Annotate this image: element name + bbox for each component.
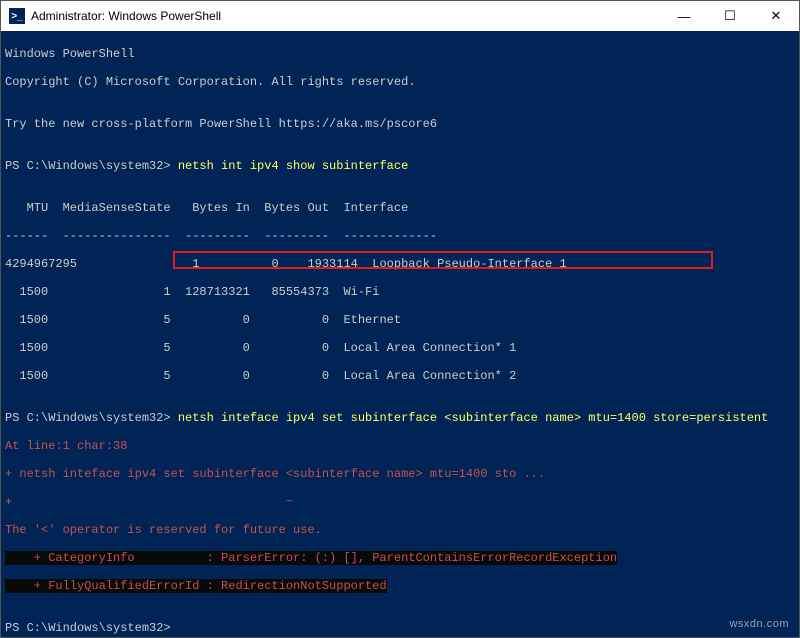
table-row: 1500 5 0 0 Local Area Connection* 2: [5, 369, 799, 383]
error-id: + FullyQualifiedErrorId : RedirectionNot…: [5, 579, 387, 593]
highlight-box: [173, 251, 713, 269]
terminal-line: PS C:\Windows\system32> netsh inteface i…: [5, 411, 799, 425]
window-controls: — ☐ ✕: [661, 1, 799, 31]
terminal-line: Try the new cross-platform PowerShell ht…: [5, 117, 799, 131]
error-line: + CategoryInfo : ParserError: (:) [], Pa…: [5, 551, 799, 565]
window-title: Administrator: Windows PowerShell: [31, 9, 661, 23]
error-line: + FullyQualifiedErrorId : RedirectionNot…: [5, 579, 799, 593]
prompt-text: PS C:\Windows\system32>: [5, 159, 178, 173]
error-line: The '<' operator is reserved for future …: [5, 523, 799, 537]
terminal-area[interactable]: Windows PowerShell Copyright (C) Microso…: [1, 31, 799, 637]
terminal-line: Windows PowerShell: [5, 47, 799, 61]
powershell-icon-glyph: >_: [11, 11, 22, 22]
prompt-text: PS C:\Windows\system32>: [5, 621, 178, 635]
table-header: MTU MediaSenseState Bytes In Bytes Out I…: [5, 201, 799, 215]
error-line: + ~: [5, 495, 799, 509]
prompt-text: PS C:\Windows\system32>: [5, 411, 178, 425]
terminal-line: PS C:\Windows\system32> netsh int ipv4 s…: [5, 159, 799, 173]
minimize-button[interactable]: —: [661, 1, 707, 31]
command-text: netsh inteface ipv4 set subinterface <su…: [178, 411, 769, 425]
close-button[interactable]: ✕: [753, 1, 799, 31]
powershell-window: >_ Administrator: Windows PowerShell — ☐…: [0, 0, 800, 638]
watermark: wsxdn.com: [729, 617, 789, 631]
table-row: 1500 1 128713321 85554373 Wi-Fi: [5, 285, 799, 299]
table-row: 1500 5 0 0 Ethernet: [5, 313, 799, 327]
command-text: netsh int ipv4 show subinterface: [178, 159, 408, 173]
terminal-line: PS C:\Windows\system32>: [5, 621, 799, 635]
maximize-button[interactable]: ☐: [707, 1, 753, 31]
error-line: + netsh inteface ipv4 set subinterface <…: [5, 467, 799, 481]
powershell-icon: >_: [9, 8, 25, 24]
terminal-line: Copyright (C) Microsoft Corporation. All…: [5, 75, 799, 89]
table-row: 1500 5 0 0 Local Area Connection* 1: [5, 341, 799, 355]
error-category: + CategoryInfo : ParserError: (:) [], Pa…: [5, 551, 617, 565]
error-line: At line:1 char:38: [5, 439, 799, 453]
titlebar[interactable]: >_ Administrator: Windows PowerShell — ☐…: [1, 1, 799, 31]
table-divider: ------ --------------- --------- -------…: [5, 229, 799, 243]
